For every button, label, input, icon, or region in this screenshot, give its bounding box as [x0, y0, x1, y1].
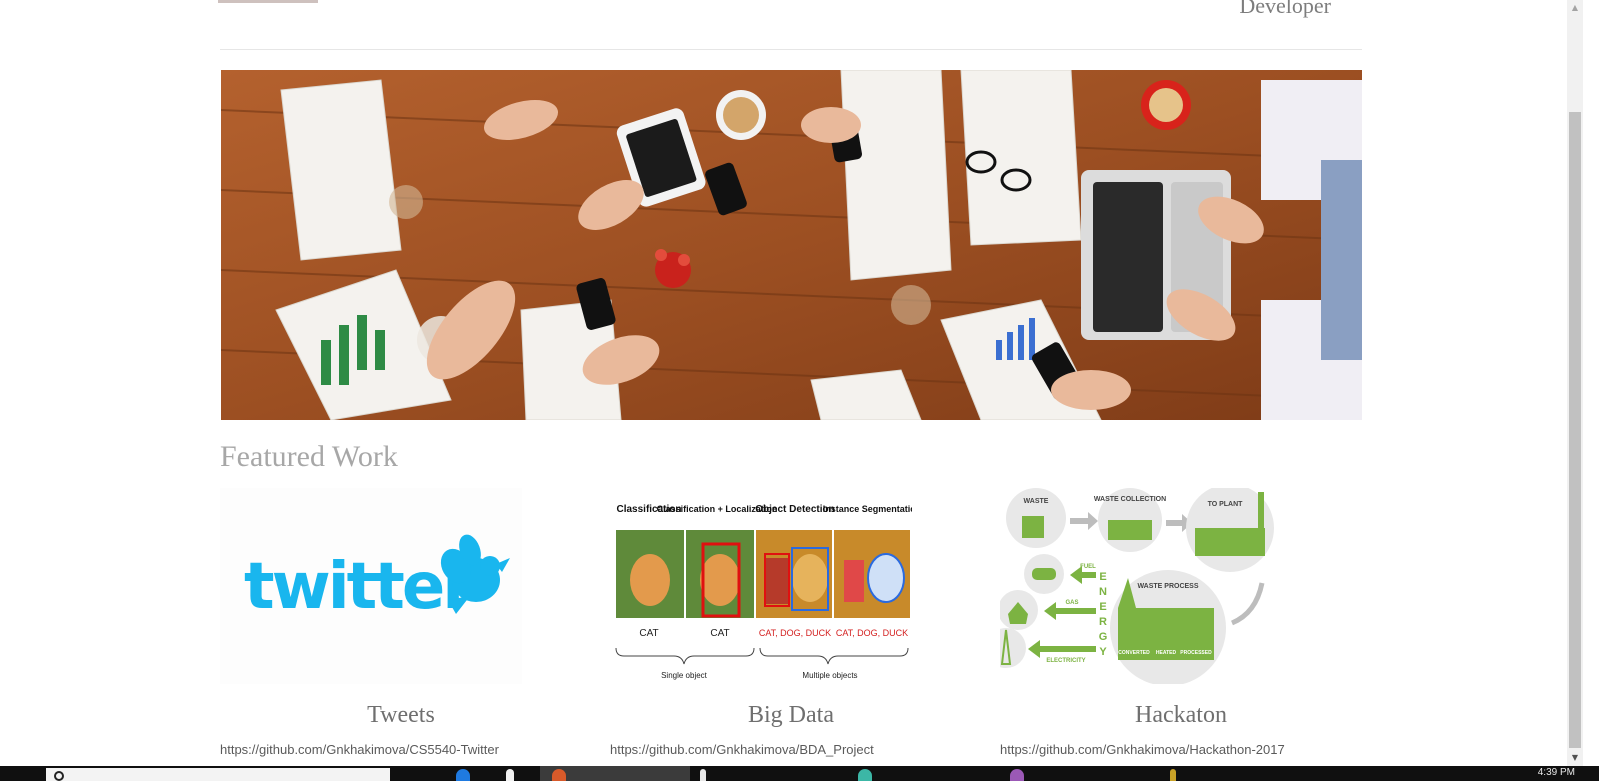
diagram-caption-3: CAT, DOG, DUCK	[759, 628, 831, 638]
app-icon-teal[interactable]	[858, 769, 872, 781]
diagram-node-plant: TO PLANT	[1208, 501, 1244, 508]
page-scrollbar[interactable]: ▲ ▼	[1567, 0, 1583, 766]
diagram-step-converted: CONVERTED	[1118, 650, 1150, 656]
project-card-big-data: Classification Classification + Localiza…	[610, 488, 940, 766]
scroll-down-arrow-icon[interactable]: ▼	[1567, 750, 1583, 766]
app-icon-purple[interactable]	[1010, 769, 1024, 781]
project-card-hackaton: WASTE WASTE COLLECTION TO PLANT WASTE PR…	[1000, 488, 1330, 766]
header-role-text: Developer	[1239, 0, 1331, 18]
site-logo[interactable]	[218, 0, 318, 3]
waste-energy-diagram: WASTE WASTE COLLECTION TO PLANT WASTE PR…	[1000, 488, 1302, 684]
project-thumbnail-tweets[interactable]: twitter	[220, 488, 522, 684]
header-divider	[220, 49, 1362, 50]
project-title-big-data[interactable]: Big Data	[610, 702, 972, 729]
files-app-icon[interactable]	[700, 769, 706, 781]
scrollbar-thumb[interactable]	[1569, 112, 1581, 748]
taskbar-search-box[interactable]	[46, 768, 390, 781]
section-title-featured-work: Featured Work	[220, 440, 398, 473]
web-page: Developer Featured Work twitter Tweets h…	[0, 0, 1583, 766]
diagram-output-electricity: ELECTRICITY	[1046, 658, 1085, 664]
diagram-step-processed: PROCESSED	[1180, 650, 1212, 656]
hero-image	[221, 70, 1362, 420]
twitter-wordmark: twitter	[244, 550, 474, 624]
project-title-hackaton[interactable]: Hackaton	[1000, 702, 1362, 729]
project-link-tweets[interactable]: https://github.com/Gnkhakimova/CS5540-Tw…	[220, 742, 499, 757]
diagram-node-process: WASTE PROCESS	[1137, 583, 1198, 590]
diagram-node-collection: WASTE COLLECTION	[1094, 496, 1166, 503]
diagram-bracket-single: Single object	[661, 671, 708, 680]
project-thumbnail-hackaton[interactable]: WASTE WASTE COLLECTION TO PLANT WASTE PR…	[1000, 488, 1302, 684]
browser-app-icon[interactable]	[552, 769, 566, 781]
store-app-icon[interactable]	[506, 769, 514, 781]
os-taskbar: 4:39 PM	[0, 766, 1599, 781]
diagram-node-waste: WASTE	[1024, 498, 1049, 505]
twitter-logo: twitter	[220, 488, 522, 684]
project-link-hackaton[interactable]: https://github.com/Gnkhakimova/Hackathon…	[1000, 742, 1285, 757]
hero-photo-illustration	[221, 70, 1362, 420]
search-icon	[54, 771, 64, 781]
diagram-col-segmentation: Instance Segmentation	[823, 504, 912, 514]
diagram-output-fuel: FUEL	[1080, 564, 1096, 570]
project-title-tweets[interactable]: Tweets	[220, 702, 582, 729]
diagram-caption-1: CAT	[639, 628, 658, 639]
scroll-up-arrow-icon[interactable]: ▲	[1567, 0, 1583, 16]
featured-projects: twitter Tweets https://github.com/Gnkhak…	[0, 488, 1583, 766]
taskbar-clock[interactable]: 4:39 PM	[1538, 767, 1575, 778]
project-link-big-data[interactable]: https://github.com/Gnkhakimova/BDA_Proje…	[610, 742, 874, 757]
project-thumbnail-big-data[interactable]: Classification Classification + Localiza…	[610, 488, 912, 684]
diagram-caption-2: CAT	[710, 628, 729, 639]
diagram-output-gas: GAS	[1065, 600, 1078, 606]
project-card-tweets: twitter Tweets https://github.com/Gnkhak…	[220, 488, 550, 766]
diagram-caption-4: CAT, DOG, DUCK	[836, 628, 908, 638]
diagram-step-heated: HEATED	[1156, 650, 1177, 656]
edge-app-icon[interactable]	[456, 769, 470, 781]
app-icon-yellow[interactable]	[1170, 769, 1176, 781]
vision-tasks-diagram: Classification Classification + Localiza…	[610, 488, 912, 684]
diagram-bracket-multiple: Multiple objects	[802, 671, 857, 680]
